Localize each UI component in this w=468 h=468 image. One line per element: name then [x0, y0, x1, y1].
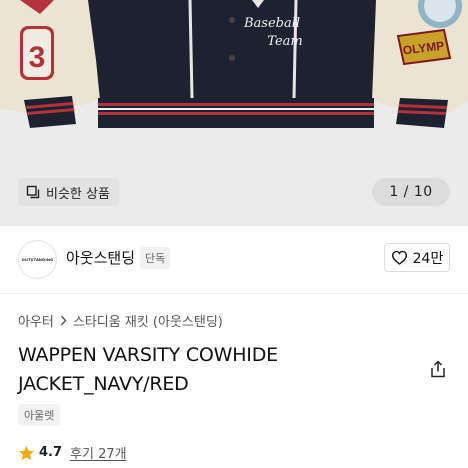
heart-icon	[391, 250, 407, 265]
similar-products-icon	[26, 185, 40, 199]
similar-products-label: 비슷한 상품	[46, 186, 110, 202]
breadcrumb-item-category[interactable]: 스타디움 재킷 (아웃스탠딩)	[73, 311, 223, 330]
reviews-link[interactable]: 후기 27개	[70, 443, 127, 462]
patch-center-line1: Baseball	[243, 16, 300, 31]
product-title: WAPPEN VARSITY COWHIDE JACKET_NAVY/RED	[18, 344, 278, 395]
similar-products-button[interactable]: 비슷한 상품	[18, 178, 119, 206]
outlet-badge: 아울렛	[18, 404, 61, 426]
chevron-right-icon	[60, 315, 67, 326]
patch-left-number: 3	[29, 41, 46, 74]
exclusive-badge: 단독	[140, 247, 171, 269]
like-count: 24만	[412, 250, 444, 267]
brand-row: OUTSTANDING 아웃스탠딩 단독 24만	[0, 226, 468, 294]
image-counter: 1 / 10	[372, 178, 450, 206]
product-image-area[interactable]: Baseball Team 3 OLYMP 비슷한 상품 1 / 10	[0, 0, 468, 226]
share-icon[interactable]	[428, 359, 448, 379]
patch-center-line2: Team	[267, 34, 302, 49]
brand-logo[interactable]: OUTSTANDING	[18, 240, 57, 279]
rating-row: 4.7 후기 27개	[18, 443, 127, 462]
breadcrumb: 아우터 스타디움 재킷 (아웃스탠딩)	[18, 311, 223, 330]
brand-logo-text: OUTSTANDING	[21, 257, 54, 262]
breadcrumb-item-outer[interactable]: 아우터	[18, 311, 54, 330]
brand-name[interactable]: 아웃스탠딩	[66, 247, 135, 268]
rating-value: 4.7	[39, 445, 63, 460]
brand-like-button[interactable]: 24만	[384, 243, 450, 272]
star-icon	[18, 445, 35, 460]
section-divider	[0, 293, 468, 294]
